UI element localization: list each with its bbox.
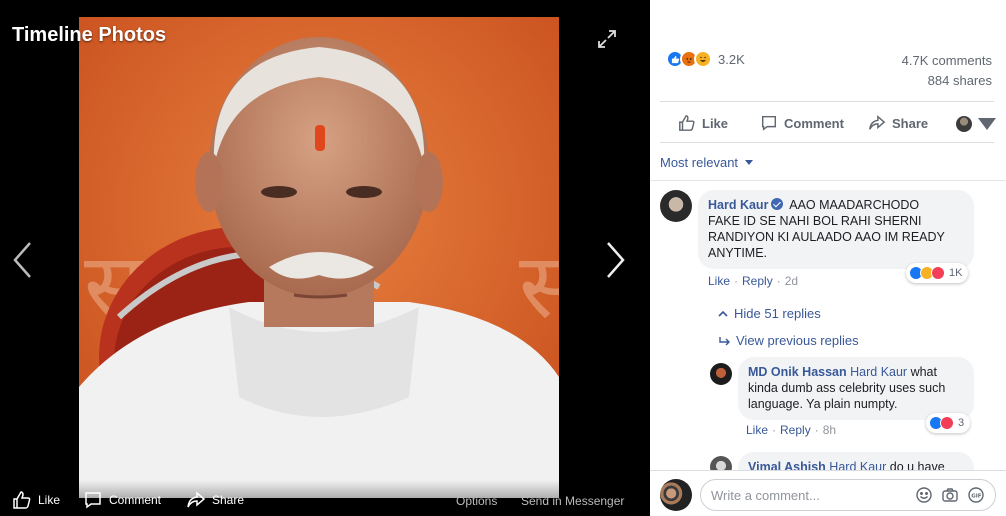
camera-icon[interactable] — [941, 486, 959, 504]
share-button[interactable]: Share — [868, 114, 928, 132]
comment-timestamp[interactable]: 8h — [823, 423, 836, 437]
send-in-messenger-link[interactable]: Send in Messenger — [521, 494, 624, 508]
comment-label: Comment — [784, 115, 844, 131]
comment-reaction-badge[interactable]: 3 — [926, 413, 971, 433]
thumbs-up-icon — [679, 115, 695, 131]
comment-text-line: RANDIYON KI AULAADO AAO IM READY — [708, 230, 945, 244]
avatar — [660, 479, 692, 511]
reply-item: MD Onik Hassan Hard Kaur what kinda dumb… — [710, 357, 974, 420]
viewer-share-label: Share — [212, 493, 245, 507]
comment-timestamp[interactable]: 2d — [785, 274, 798, 288]
comment-text-line: AAO MAADARCHODO — [789, 198, 920, 212]
caret-down-icon — [978, 118, 996, 130]
viewer-like-label: Like — [38, 493, 61, 507]
comment-item: Hard Kaur AAO MAADARCHODO FAKE ID SE NAH… — [660, 190, 974, 269]
chevron-left-icon — [13, 242, 31, 278]
comment-button[interactable]: Comment — [760, 114, 844, 132]
share-label: Share — [892, 115, 929, 131]
comment-sort-dropdown[interactable]: Most relevant — [660, 155, 753, 170]
verified-badge-icon — [771, 198, 784, 210]
divider — [650, 180, 1006, 181]
avatar[interactable] — [660, 190, 692, 222]
reply-arrow-icon — [719, 336, 730, 345]
comment-text-line: language. Ya plain numpty. — [748, 397, 898, 411]
like-button[interactable]: Like — [678, 114, 728, 132]
previous-photo-button[interactable] — [10, 240, 36, 280]
comment-sort-label: Most relevant — [660, 155, 739, 170]
photo-image: स स — [79, 17, 559, 498]
comment-meta: Like · Reply · 8h — [746, 423, 836, 437]
viewer-options-link[interactable]: Options — [456, 494, 497, 508]
comment-bubble: MD Onik Hassan Hard Kaur what kinda dumb… — [738, 357, 974, 420]
separator: · — [734, 274, 739, 288]
comment-reaction-count: 3 — [958, 417, 965, 429]
comment-icon — [85, 492, 101, 509]
haha-icon — [694, 50, 712, 68]
comment-reply-link[interactable]: Reply — [742, 274, 773, 288]
chevron-right-icon — [607, 242, 625, 278]
hide-replies-link[interactable]: Hide 51 replies — [718, 306, 821, 321]
comment-author[interactable]: MD Onik Hassan — [748, 365, 847, 379]
mention-link[interactable]: Hard Kaur — [850, 365, 907, 379]
viewer-like-button[interactable]: Like — [12, 490, 60, 510]
share-arrow-icon — [187, 491, 206, 508]
view-previous-label: View previous replies — [736, 333, 859, 348]
comment-reaction-badge[interactable]: 1K — [906, 263, 969, 283]
post-as-selector[interactable] — [956, 115, 996, 133]
separator: · — [814, 423, 819, 437]
gif-icon[interactable]: GIF — [967, 486, 985, 504]
comment-reply-link[interactable]: Reply — [780, 423, 811, 437]
avatar[interactable] — [710, 363, 732, 385]
shares-count-link[interactable]: 884 shares — [928, 73, 992, 88]
emoji-icon[interactable] — [915, 486, 933, 504]
comment-composer: GIF — [650, 470, 1006, 516]
post-photo[interactable]: स स — [79, 17, 559, 498]
separator: · — [772, 423, 777, 437]
separator: · — [776, 274, 781, 288]
photo-theater: स स Timeline Photos Like Comment Share O… — [0, 0, 1006, 516]
background-lettering: स — [519, 234, 559, 339]
expand-icon[interactable] — [596, 28, 618, 50]
chevron-up-icon — [718, 310, 728, 317]
viewer-comment-label: Comment — [109, 493, 162, 507]
comments-count-link[interactable]: 4.7K comments — [902, 53, 992, 68]
love-icon — [931, 266, 945, 280]
viewer-title: Timeline Photos — [12, 24, 167, 46]
love-icon — [940, 416, 954, 430]
comments-panel: 3.2K 4.7K comments 884 shares Like Comme… — [650, 0, 1006, 516]
comment-bubble: Hard Kaur AAO MAADARCHODO FAKE ID SE NAH… — [698, 190, 974, 269]
comment-reaction-count: 1K — [949, 267, 963, 279]
next-photo-button[interactable] — [602, 240, 628, 280]
view-previous-replies-link[interactable]: View previous replies — [718, 333, 859, 348]
reaction-summary[interactable]: 3.2K — [666, 50, 745, 68]
comment-like-link[interactable]: Like — [708, 274, 730, 288]
avatar — [956, 116, 972, 132]
comment-meta: Like · Reply · 2d — [708, 274, 798, 288]
post-action-row: Like Comment Share — [660, 101, 996, 143]
viewer-comment-button[interactable]: Comment — [83, 490, 161, 510]
comment-icon — [761, 115, 777, 131]
share-arrow-icon — [869, 115, 886, 130]
comment-author[interactable]: Hard Kaur — [708, 198, 768, 212]
viewer-share-button[interactable]: Share — [186, 490, 244, 510]
comment-input-wrapper: GIF — [700, 479, 996, 511]
comment-like-link[interactable]: Like — [746, 423, 768, 437]
comment-text-line: kinda dumb ass celebrity uses such — [748, 381, 946, 395]
reaction-icons — [666, 50, 712, 68]
comment-text-line: FAKE ID SE NAHI BOL RAHI SHERNI — [708, 214, 922, 228]
hide-replies-label: Hide 51 replies — [734, 306, 821, 321]
caret-down-icon — [744, 160, 753, 165]
thumbs-up-icon — [13, 491, 31, 509]
svg-text:GIF: GIF — [971, 493, 982, 499]
reaction-count: 3.2K — [718, 51, 745, 67]
comment-text-line: what — [907, 365, 937, 379]
comment-text-line: ANYTIME. — [708, 246, 768, 260]
like-label: Like — [702, 115, 729, 131]
photo-viewer: स स Timeline Photos Like Comment Share O… — [0, 0, 650, 516]
viewer-bottom-bar: Like Comment Share Options Send in Messe… — [0, 480, 650, 516]
comment-input[interactable] — [711, 480, 901, 510]
